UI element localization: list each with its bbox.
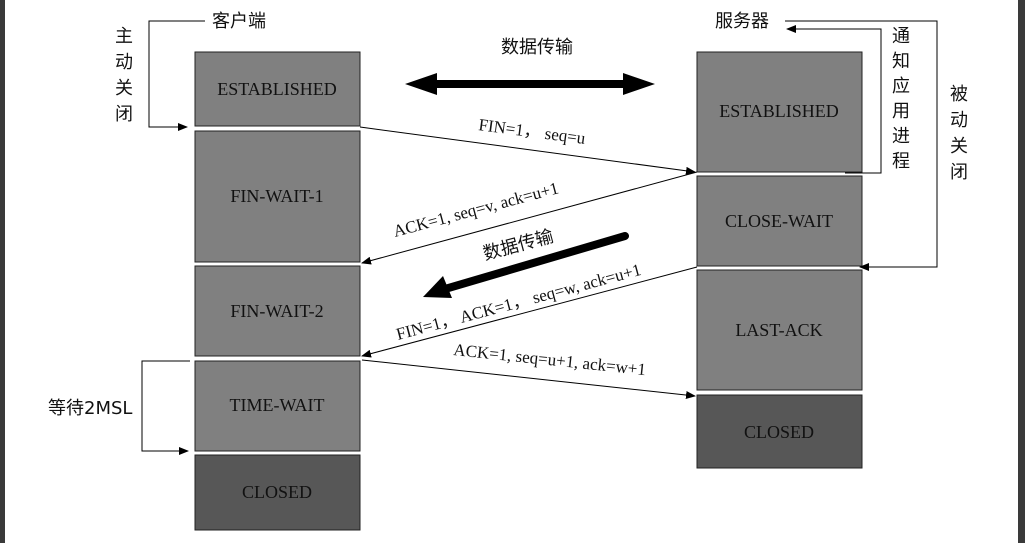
fin-ack-message-arrow [361,266,698,358]
server-title: 服务器 [715,11,769,32]
right-edge [1018,0,1025,543]
left-edge [0,0,5,543]
state-label: ESTABLISHED [217,79,337,99]
wait-2msl-arrow [141,360,190,455]
wait-2msl-label: 等待2MSL [48,398,132,419]
double-arrow-left-head [405,73,437,95]
state-label: CLOSED [242,482,312,502]
state-label: FIN-WAIT-1 [230,186,323,206]
fin-ack-message-label: FIN=1， ACK=1， seq=w, ack=u+1 [394,260,643,344]
state-label: CLOSE-WAIT [725,211,833,231]
state-label: FIN-WAIT-2 [230,301,323,321]
server-states: ESTABLISHED CLOSE-WAIT LAST-ACK CLOSED [696,51,863,469]
data-transfer-label-top: 数据传输 [501,37,573,58]
active-close-label: 主动关闭 [112,26,133,130]
state-label: ESTABLISHED [719,101,839,121]
fin-message-label: FIN=1， seq=u [477,115,587,148]
notify-app-label: 通知应用进程 [889,26,910,176]
client-states: ESTABLISHED FIN-WAIT-1 FIN-WAIT-2 TIME-W… [194,51,361,531]
double-arrow-right-head [623,73,655,95]
state-label: CLOSED [744,422,814,442]
tcp-four-way-handshake-diagram: ESTABLISHED FIN-WAIT-1 FIN-WAIT-2 TIME-W… [0,0,1025,543]
state-label: TIME-WAIT [230,395,325,415]
passive-close-label: 被动关闭 [947,84,968,188]
state-label: LAST-ACK [735,320,822,340]
client-title: 客户端 [212,11,266,32]
